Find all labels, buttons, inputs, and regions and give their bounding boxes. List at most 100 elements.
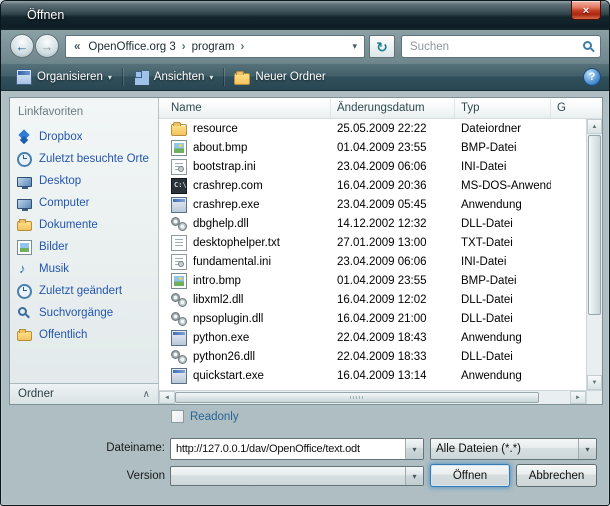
filetype-combobox[interactable]: Alle Dateien (*.*) ▾ [430,438,597,460]
file-row[interactable]: quickstart.exe 16.04.2009 13:14 Anwendun… [159,366,586,385]
file-row[interactable]: python.exe 22.04.2009 18:43 Anwendung [159,328,586,347]
vertical-scrollbar[interactable]: ▲ ▼ [586,119,602,390]
sidebar-item-label: Öffentlich [39,329,87,341]
file-row[interactable]: about.bmp 01.04.2009 23:55 BMP-Datei [159,138,586,157]
file-row[interactable]: python26.dll 22.04.2009 18:33 DLL-Datei [159,347,586,366]
views-icon [133,69,149,85]
help-button[interactable]: ? [583,68,601,86]
toolbar-separator [223,68,224,86]
sidebar-item[interactable]: Musik [10,258,158,280]
txt-icon [171,235,187,251]
sidebar-item[interactable]: Dokumente [10,214,158,236]
chevron-down-icon: ▾ [585,445,589,454]
file-type: DLL-Datei [455,351,551,363]
app-icon [171,197,187,213]
open-button[interactable]: Öffnen [430,464,510,487]
version-dropdown-button[interactable]: ▾ [405,467,423,485]
column-header-type[interactable]: Typ [455,98,551,118]
file-type: DLL-Datei [455,218,551,230]
file-row[interactable]: intro.bmp 01.04.2009 23:55 BMP-Datei [159,271,586,290]
titlebar[interactable]: Öffnen × [1,1,609,30]
search-box[interactable]: Suchen [401,35,601,58]
filename-value[interactable]: http://127.0.0.1/dav/OpenOffice/text.odt [171,439,405,459]
file-row[interactable]: bootstrap.ini 23.04.2009 06:06 INI-Datei [159,157,586,176]
column-header-size[interactable]: G [551,98,602,118]
readonly-label[interactable]: Readonly [190,411,239,423]
horizontal-scroll-thumb[interactable] [175,392,539,403]
file-date: 01.04.2009 23:55 [331,142,455,154]
ini-icon [171,254,187,270]
file-rows: resource 25.05.2009 22:22 Dateiordner ab… [159,119,586,390]
recent-places-icon [17,152,32,167]
chevron-down-icon: ▾ [412,472,416,481]
app-icon [171,368,187,384]
chevron-down-icon: ▾ [209,73,213,82]
breadcrumb[interactable]: « OpenOffice.org 3 › program › ▾ [65,35,365,58]
cancel-button-label: Abbrechen [529,470,585,482]
scroll-up-icon: ▲ [592,124,598,130]
views-button[interactable]: Ansichten ▾ [126,67,221,87]
sidebar-item[interactable]: Zuletzt geändert [10,280,158,302]
back-button[interactable]: ← [10,34,34,58]
scroll-right-button[interactable]: ► [570,391,586,404]
refresh-button[interactable]: ↻ [369,35,395,58]
forward-button[interactable]: → [35,34,59,58]
column-label: Typ [461,102,480,114]
readonly-checkbox[interactable] [171,410,184,423]
sidebar-item[interactable]: Desktop [10,170,158,192]
horizontal-scrollbar[interactable]: ◄ ► [159,390,586,404]
breadcrumb-separator-icon[interactable]: › [238,41,246,53]
scroll-left-button[interactable]: ◄ [159,391,175,404]
close-icon: × [583,5,589,17]
window-title: Öffnen [27,1,64,29]
close-button[interactable]: × [571,1,601,20]
new-folder-button[interactable]: Neuer Ordner [227,68,332,87]
sidebar-item[interactable]: Computer [10,192,158,214]
file-type: BMP-Datei [455,275,551,287]
file-row[interactable]: resource 25.05.2009 22:22 Dateiordner [159,119,586,138]
folders-expander[interactable]: Ordner ∧ [10,383,158,404]
toolbar: Organisieren ▾ Ansichten ▾ Neuer Ordner … [1,63,609,91]
organize-button[interactable]: Organisieren ▾ [9,67,119,87]
version-combobox[interactable]: ▾ [170,466,424,486]
sidebar-item-label: Computer [39,197,90,209]
file-row[interactable]: dbghelp.dll 14.12.2002 12:32 DLL-Datei [159,214,586,233]
breadcrumb-separator-icon[interactable]: › [180,41,188,53]
file-row[interactable]: crashrep.exe 23.04.2009 05:45 Anwendung [159,195,586,214]
file-row[interactable]: libxml2.dll 16.04.2009 12:02 DLL-Datei [159,290,586,309]
file-row[interactable]: desktophelper.txt 27.01.2009 13:00 TXT-D… [159,233,586,252]
breadcrumb-segment-program[interactable]: program [188,41,239,53]
scroll-up-button[interactable]: ▲ [587,119,602,134]
file-row[interactable]: fundamental.ini 23.04.2009 06:06 INI-Dat… [159,252,586,271]
sidebar-item-label: Desktop [39,175,81,187]
open-button-label: Öffnen [453,470,487,482]
search-icon[interactable] [582,40,596,54]
vertical-scroll-thumb[interactable] [588,135,601,315]
refresh-icon: ↻ [376,40,388,54]
column-header-date[interactable]: Änderungsdatum [331,98,455,118]
sidebar-items: Dropbox Zuletzt besuchte Orte Desktop [10,126,158,346]
file-row[interactable]: crashrep.com 16.04.2009 20:36 MS-DOS-Anw… [159,176,586,195]
scroll-down-button[interactable]: ▼ [587,375,602,390]
file-row[interactable]: npsoplugin.dll 16.04.2009 21:00 DLL-Date… [159,309,586,328]
filetype-dropdown-button[interactable]: ▾ [578,439,596,459]
filename-combobox[interactable]: http://127.0.0.1/dav/OpenOffice/text.odt… [170,438,424,460]
sidebar-item[interactable]: Dropbox [10,126,158,148]
breadcrumb-dropdown-icon[interactable]: ▾ [349,41,360,52]
scroll-left-icon: ◄ [164,395,170,401]
file-date: 16.04.2009 20:36 [331,180,455,192]
column-header-name[interactable]: Name [159,98,331,118]
searches-icon [17,306,32,321]
breadcrumb-segment-openoffice[interactable]: OpenOffice.org 3 [84,41,179,53]
sidebar-item[interactable]: Bilder [10,236,158,258]
filename-dropdown-button[interactable]: ▾ [405,439,423,459]
sidebar-item-label: Zuletzt geändert [39,285,122,297]
cancel-button[interactable]: Abbrechen [516,464,597,487]
list-header: Name Änderungsdatum Typ G [159,98,602,119]
sidebar-item[interactable]: Zuletzt besuchte Orte [10,148,158,170]
breadcrumb-overflow-icon[interactable]: « [70,41,84,53]
music-icon [17,262,32,277]
sidebar-item[interactable]: Öffentlich [10,324,158,346]
file-name: libxml2.dll [193,294,244,306]
sidebar-item[interactable]: Suchvorgänge [10,302,158,324]
